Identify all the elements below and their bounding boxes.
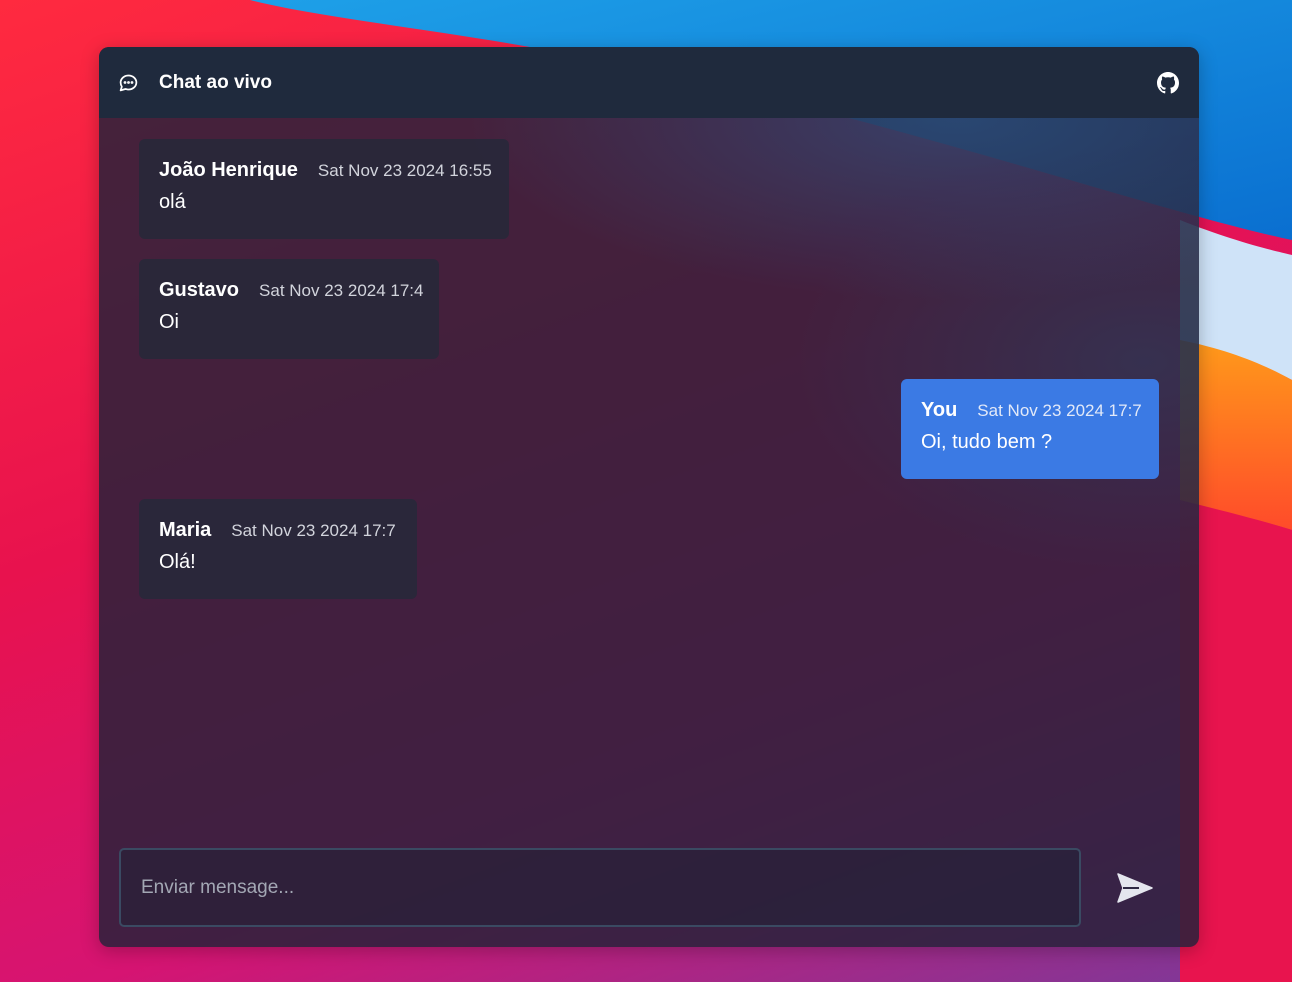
message-timestamp: Sat Nov 23 2024 16:55 (317, 161, 492, 180)
message-author: Gustavo (159, 279, 240, 301)
message-bubble: Maria Sat Nov 23 2024 17:7 Olá! (139, 499, 417, 599)
message-list: João Henrique Sat Nov 23 2024 16:55 olá … (99, 118, 1199, 599)
message-composer (119, 848, 1179, 927)
chat-window: Chat ao vivo João Henrique Sat Nov 23 20… (99, 47, 1199, 947)
own-message-bubble: You Sat Nov 23 2024 17:7 Oi, tudo bem ? (901, 379, 1159, 479)
message-timestamp: Sat Nov 23 2024 17:7 (977, 401, 1142, 420)
chat-bubble-icon (118, 72, 139, 93)
message-bubble: João Henrique Sat Nov 23 2024 16:55 olá (139, 139, 509, 239)
github-icon[interactable] (1157, 71, 1179, 94)
message-row: Gustavo Sat Nov 23 2024 17:4 Oi (139, 259, 1159, 359)
chat-title: Chat ao vivo (159, 71, 272, 93)
message-input[interactable] (119, 848, 1081, 927)
message-text: Oi (159, 311, 179, 333)
message-text: olá (159, 191, 186, 213)
message-row: João Henrique Sat Nov 23 2024 16:55 olá (139, 139, 1159, 239)
message-timestamp: Sat Nov 23 2024 17:7 (231, 521, 396, 540)
message-timestamp: Sat Nov 23 2024 17:4 (259, 281, 424, 300)
message-author: You (921, 399, 958, 421)
chat-header: Chat ao vivo (99, 47, 1199, 118)
message-author: João Henrique (159, 159, 298, 181)
message-row: You Sat Nov 23 2024 17:7 Oi, tudo bem ? (139, 379, 1159, 479)
message-author: Maria (159, 519, 212, 541)
send-icon[interactable] (1117, 871, 1153, 905)
message-text: Olá! (159, 551, 196, 573)
message-text: Oi, tudo bem ? (921, 431, 1053, 453)
message-row: Maria Sat Nov 23 2024 17:7 Olá! (139, 499, 1159, 599)
message-bubble: Gustavo Sat Nov 23 2024 17:4 Oi (139, 259, 439, 359)
